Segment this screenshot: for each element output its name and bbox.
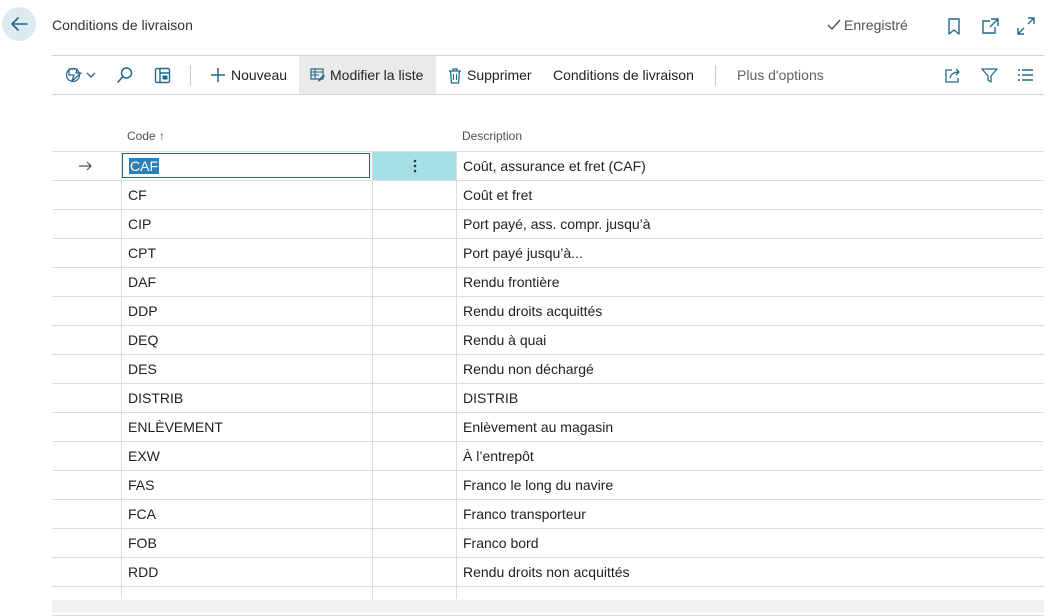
description-cell[interactable]: Franco transporteur bbox=[463, 500, 586, 528]
column-header-code[interactable]: Code ↑ bbox=[127, 129, 165, 143]
more-options-label: Plus d'options bbox=[737, 67, 824, 83]
toolbar-separator bbox=[715, 65, 716, 86]
description-cell[interactable]: Rendu à quai bbox=[463, 326, 546, 354]
list-view-icon bbox=[1018, 69, 1033, 81]
saved-label: Enregistré bbox=[844, 17, 908, 33]
table-row[interactable]: DEQ Rendu à quai bbox=[52, 326, 1044, 355]
new-button-label: Nouveau bbox=[231, 67, 288, 83]
description-cell[interactable]: Enlèvement au magasin bbox=[463, 413, 613, 441]
edit-list-button-label: Modifier la liste bbox=[330, 67, 424, 83]
description-cell[interactable]: Rendu droits acquittés bbox=[463, 297, 602, 325]
table-row[interactable]: CAF Coût, assurance et fret (CAF) bbox=[52, 151, 1044, 181]
row-actions-button[interactable] bbox=[373, 152, 456, 180]
bookmark-icon bbox=[948, 17, 960, 35]
table-row[interactable]: CPT Port payé jusqu’à... bbox=[52, 239, 1044, 268]
search-button[interactable] bbox=[116, 56, 138, 94]
filter-pane-icon bbox=[154, 67, 171, 83]
trash-icon bbox=[449, 67, 461, 84]
list-view-button[interactable] bbox=[1017, 56, 1037, 94]
grid-footer bbox=[52, 600, 1044, 612]
filter-button[interactable] bbox=[981, 56, 1001, 94]
edit-list-button[interactable]: Modifier la liste bbox=[299, 56, 436, 94]
list-grid: CAF Coût, assurance et fret (CAF) CF Coût e… bbox=[52, 151, 1044, 616]
code-cell[interactable]: CF bbox=[128, 181, 147, 209]
code-cell-text: CAF bbox=[129, 158, 159, 174]
page-title: Conditions de livraison bbox=[52, 17, 193, 33]
code-cell-editor[interactable]: CAF bbox=[122, 153, 370, 178]
back-button[interactable] bbox=[2, 7, 36, 41]
edit-list-icon bbox=[310, 68, 325, 82]
table-row[interactable]: DDP Rendu droits acquittés bbox=[52, 297, 1044, 326]
table-row[interactable]: CF Coût et fret bbox=[52, 181, 1044, 210]
code-cell[interactable]: ENLÈVEMENT bbox=[128, 413, 223, 441]
plus-icon bbox=[211, 68, 225, 82]
table-row[interactable]: EXW À l’entrepôt bbox=[52, 442, 1044, 471]
code-cell[interactable]: DEQ bbox=[128, 326, 158, 354]
description-cell[interactable]: DISTRIB bbox=[463, 384, 518, 412]
table-row[interactable]: FAS Franco le long du navire bbox=[52, 471, 1044, 500]
description-cell[interactable]: Coût et fret bbox=[463, 181, 532, 209]
table-row[interactable]: DES Rendu non déchargé bbox=[52, 355, 1044, 384]
code-cell[interactable]: DAF bbox=[128, 268, 156, 296]
code-cell[interactable]: FOB bbox=[128, 529, 157, 557]
description-cell[interactable]: Rendu frontière bbox=[463, 268, 560, 296]
filter-icon bbox=[981, 67, 998, 83]
data-analysis-icon bbox=[65, 67, 96, 83]
arrow-left-icon bbox=[11, 17, 28, 31]
table-row[interactable]: CIP Port payé, ass. compr. jusqu’à bbox=[52, 210, 1044, 239]
code-cell[interactable]: DDP bbox=[128, 297, 158, 325]
open-new-window-button[interactable] bbox=[980, 16, 1000, 36]
analyze-button[interactable] bbox=[64, 56, 100, 94]
description-cell[interactable]: Rendu droits non acquittés bbox=[463, 558, 630, 586]
search-icon bbox=[117, 67, 133, 83]
table-row[interactable]: ENLÈVEMENT Enlèvement au magasin bbox=[52, 413, 1044, 442]
open-in-new-window-icon bbox=[982, 18, 999, 34]
description-cell[interactable]: Franco le long du navire bbox=[463, 471, 613, 499]
code-cell[interactable]: FAS bbox=[128, 471, 154, 499]
code-cell[interactable]: CIP bbox=[128, 210, 151, 238]
code-cell[interactable]: FCA bbox=[128, 500, 156, 528]
description-cell[interactable]: Rendu non déchargé bbox=[463, 355, 594, 383]
table-row[interactable]: FCA Franco transporteur bbox=[52, 500, 1044, 529]
delete-button-label: Supprimer bbox=[467, 67, 532, 83]
shipment-terms-label: Conditions de livraison bbox=[553, 67, 694, 83]
more-vertical-icon bbox=[413, 159, 416, 173]
expand-button[interactable] bbox=[1016, 16, 1036, 36]
share-button[interactable] bbox=[944, 56, 964, 94]
row-arrow-icon bbox=[78, 152, 92, 180]
column-header-description[interactable]: Description bbox=[462, 129, 522, 143]
code-cell[interactable]: CPT bbox=[128, 239, 156, 267]
column-header-description-label: Description bbox=[462, 129, 523, 143]
description-cell[interactable]: Franco bord bbox=[463, 529, 538, 557]
action-bar: Nouveau Modifier la liste Supprimer Cond… bbox=[52, 56, 1044, 94]
share-icon bbox=[945, 68, 960, 83]
new-button[interactable]: Nouveau bbox=[210, 56, 287, 94]
table-row[interactable]: DAF Rendu frontière bbox=[52, 268, 1044, 297]
toolbar-separator bbox=[190, 65, 191, 86]
code-cell[interactable]: EXW bbox=[128, 442, 160, 470]
table-row[interactable]: RDD Rendu droits non acquittés bbox=[52, 558, 1044, 587]
description-cell[interactable]: Coût, assurance et fret (CAF) bbox=[463, 152, 646, 180]
code-cell[interactable]: RDD bbox=[128, 558, 158, 586]
saved-status: Enregistré bbox=[826, 17, 908, 33]
description-cell[interactable]: Port payé, ass. compr. jusqu’à bbox=[463, 210, 651, 238]
more-options-button[interactable]: Plus d'options bbox=[737, 56, 824, 94]
delete-button[interactable]: Supprimer bbox=[448, 56, 532, 94]
bookmark-button[interactable] bbox=[944, 16, 964, 36]
table-row[interactable]: DISTRIB DISTRIB bbox=[52, 384, 1044, 413]
expand-icon bbox=[1017, 17, 1035, 35]
toolbar-divider bbox=[52, 94, 1044, 95]
table-row[interactable]: FOB Franco bord bbox=[52, 529, 1044, 558]
sort-ascending-icon: ↑ bbox=[159, 129, 166, 143]
description-cell[interactable]: Port payé jusqu’à... bbox=[463, 239, 583, 267]
column-header-code-label: Code bbox=[127, 129, 156, 143]
shipment-terms-button[interactable]: Conditions de livraison bbox=[553, 56, 694, 94]
code-cell[interactable]: DISTRIB bbox=[128, 384, 183, 412]
code-cell[interactable]: DES bbox=[128, 355, 157, 383]
description-cell[interactable]: À l’entrepôt bbox=[463, 442, 534, 470]
checkmark-icon bbox=[827, 19, 841, 31]
filter-pane-button[interactable] bbox=[154, 56, 176, 94]
